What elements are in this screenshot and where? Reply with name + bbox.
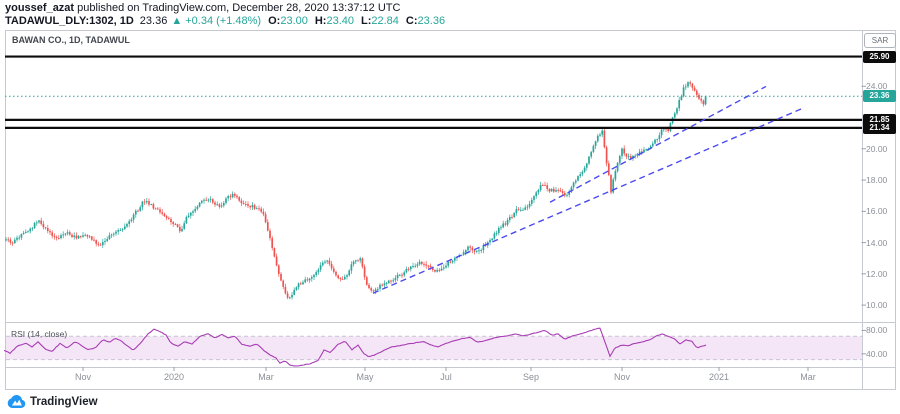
drawing-trendlines[interactable]	[373, 86, 803, 293]
time-tick-label: 2021	[701, 372, 737, 382]
currency-button[interactable]: SAR	[864, 33, 896, 48]
time-tick-label: Sep	[513, 372, 549, 382]
price-tick-label: 12.00	[866, 269, 887, 279]
price-tick-label: 10.00	[866, 300, 887, 310]
chart-legend: BAWAN CO., 1D, TADAWUL	[12, 35, 130, 45]
time-tick-label: Nov	[604, 372, 640, 382]
time-tick-label: Jul	[428, 372, 464, 382]
axis-ticks	[83, 86, 866, 371]
current-price-label: 23.36	[863, 90, 896, 102]
price-tick-label: 18.00	[866, 175, 887, 185]
chart-canvas[interactable]	[0, 0, 900, 414]
price-tick-label: 20.00	[866, 144, 887, 154]
tradingview-snapshot: youssef_azat published on TradingView.co…	[0, 0, 900, 414]
time-tick-label: Nov	[65, 372, 101, 382]
candlestick-series	[5, 81, 706, 300]
rsi-indicator-label: RSI (14, close)	[11, 329, 67, 339]
brand-name: TradingView	[30, 396, 98, 408]
time-tick-label: Mar	[790, 372, 826, 382]
price-tick-label: 16.00	[866, 206, 887, 216]
price-tick-label: 14.00	[866, 238, 887, 248]
drawing-level-lines[interactable]	[5, 57, 862, 128]
attribution-link[interactable]: TradingView	[7, 394, 98, 409]
level-price-label: 25.90	[863, 51, 896, 63]
tradingview-logo-icon[interactable]	[7, 394, 26, 409]
level-price-label: 21.34	[863, 122, 896, 134]
rsi-band	[6, 336, 862, 359]
time-tick-label: May	[347, 372, 383, 382]
time-tick-label: Mar	[248, 372, 284, 382]
price-tick-label: 24.00	[866, 81, 887, 91]
time-tick-label: 2020	[156, 372, 192, 382]
rsi-tick-label: 80.00	[866, 325, 887, 335]
rsi-tick-label: 40.00	[866, 349, 887, 359]
